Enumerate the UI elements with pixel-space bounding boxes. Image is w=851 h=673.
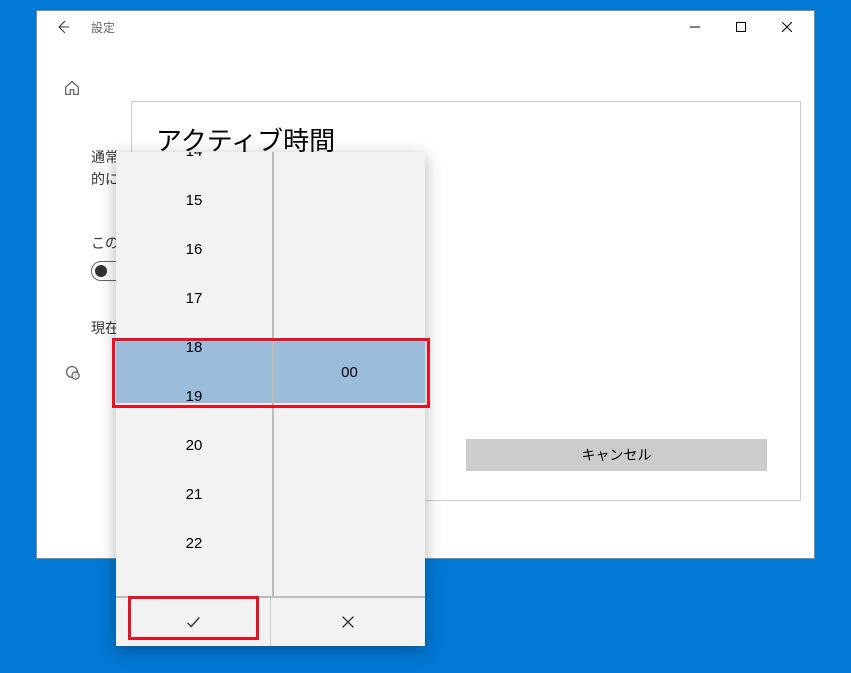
hour-option[interactable]: 22 [116,519,272,568]
hour-option[interactable]: 17 [116,274,272,323]
hour-option[interactable]: 15 [116,176,272,225]
cancel-picker-button[interactable] [271,598,425,646]
check-icon [184,613,202,631]
back-button[interactable] [41,11,85,43]
hour-option[interactable]: 16 [116,225,272,274]
minute-column[interactable]: 00 [272,152,425,596]
time-picker: 14 15 16 17 18 19 20 21 22 00 [116,152,425,646]
titlebar: 設定 [37,11,814,43]
body-text-1: 通常 [91,147,119,167]
hour-option[interactable]: 21 [116,470,272,519]
home-icon [63,79,81,102]
hour-option-selected[interactable]: 18 [116,323,272,372]
close-button[interactable] [764,11,810,43]
maximize-button[interactable] [718,11,764,43]
body-text-4: 現在 [91,318,119,338]
help-icon: ? [63,363,81,386]
minute-option-selected[interactable]: 00 [274,348,425,397]
hour-column[interactable]: 14 15 16 17 18 19 20 21 22 [116,152,272,596]
hour-option[interactable]: 20 [116,421,272,470]
minimize-button[interactable] [672,11,718,43]
close-icon [339,613,357,631]
hour-option[interactable]: 19 [116,372,272,421]
window-title: 設定 [91,19,115,36]
hour-option[interactable]: 14 [116,152,272,176]
cancel-button[interactable]: キャンセル [466,439,767,471]
confirm-button[interactable] [116,598,271,646]
body-text-2: 的に [91,169,119,189]
